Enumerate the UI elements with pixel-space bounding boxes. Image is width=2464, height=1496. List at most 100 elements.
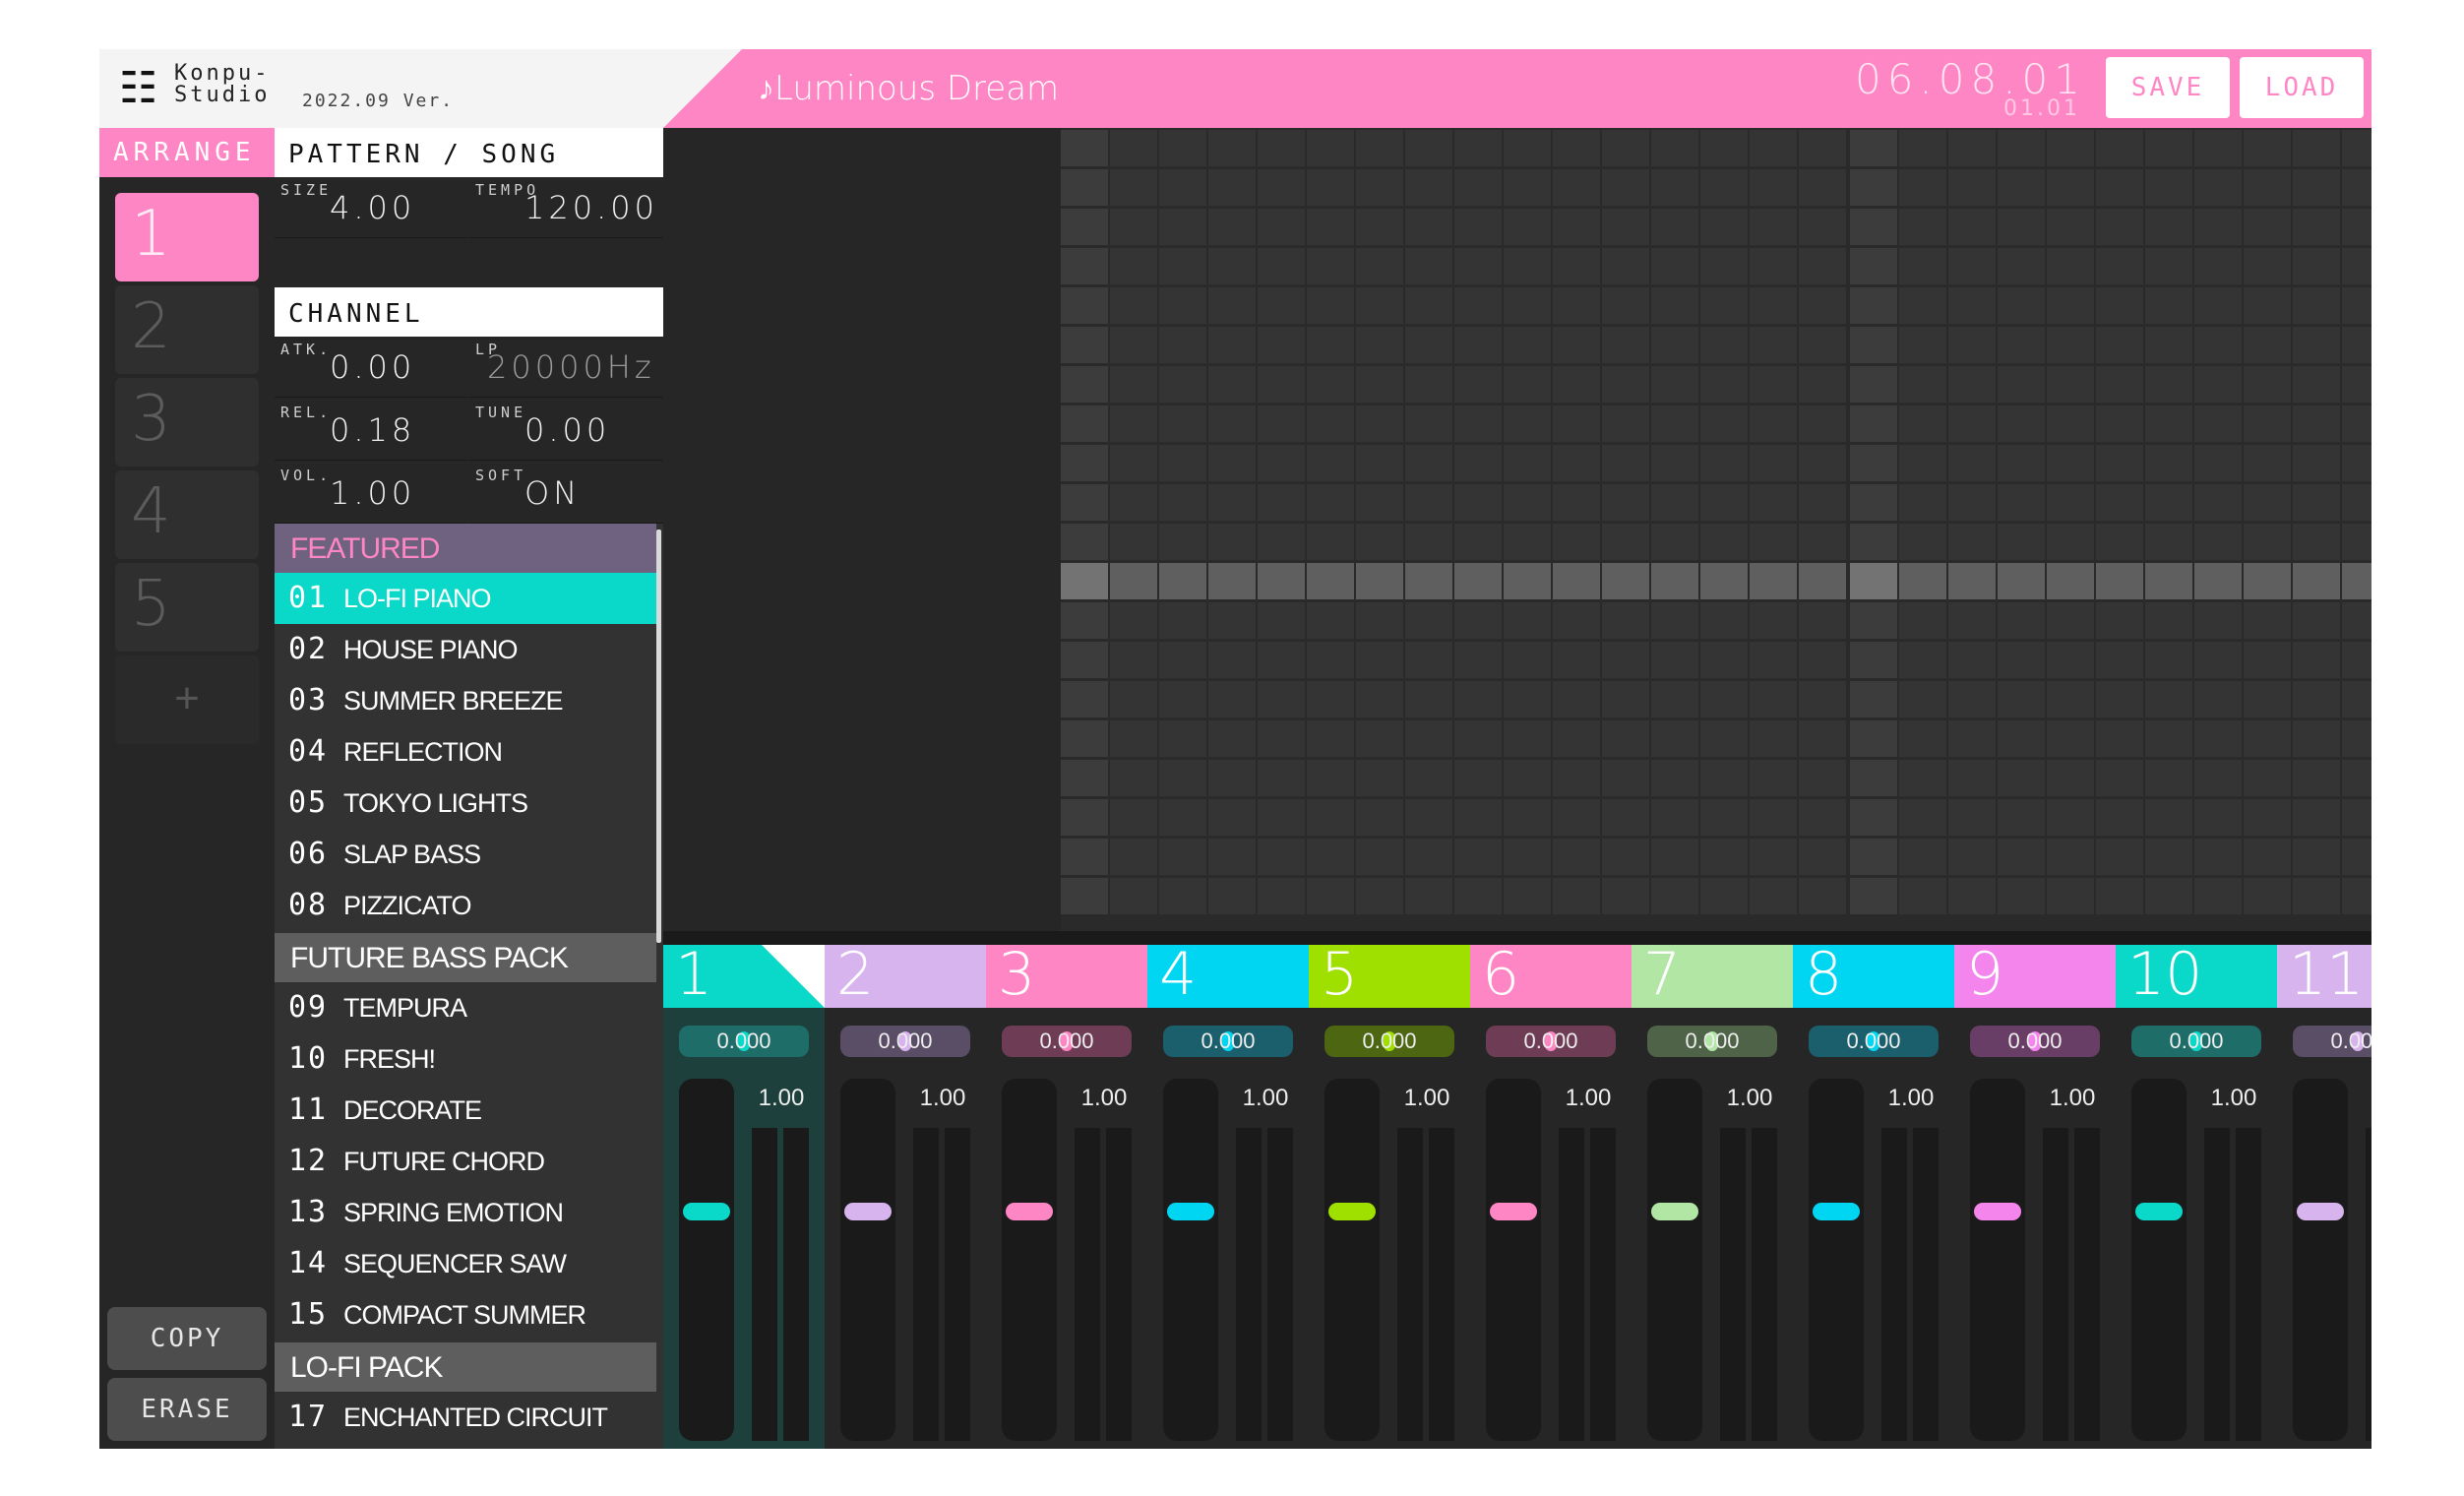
- grid-cell[interactable]: [1899, 209, 1946, 245]
- grid-cell[interactable]: [1504, 563, 1551, 599]
- grid-cell[interactable]: [2293, 799, 2340, 836]
- grid-cell[interactable]: [1700, 681, 1748, 717]
- grid-cell[interactable]: [1750, 839, 1797, 875]
- grid-cell[interactable]: [1651, 130, 1698, 166]
- grid-cell[interactable]: [1061, 799, 1108, 836]
- grid-cell[interactable]: [2096, 681, 2143, 717]
- grid-cell[interactable]: [1504, 760, 1551, 796]
- grid-cell[interactable]: [1405, 878, 1452, 914]
- grid-cell[interactable]: [1405, 642, 1452, 678]
- grid-cell[interactable]: [1899, 799, 1946, 836]
- grid-cell[interactable]: [1110, 405, 1157, 442]
- grid-cell[interactable]: [1899, 445, 1946, 481]
- grid-cell[interactable]: [2145, 602, 2192, 639]
- grid-cell[interactable]: [1504, 839, 1551, 875]
- grid-cell[interactable]: [1504, 681, 1551, 717]
- grid-cell[interactable]: [1948, 130, 1996, 166]
- grid-cell[interactable]: [1651, 366, 1698, 403]
- pan-knob[interactable]: 0.000: [1002, 1026, 1132, 1057]
- grid-cell[interactable]: [1356, 878, 1403, 914]
- grid-cell[interactable]: [1700, 366, 1748, 403]
- channel-tab[interactable]: 10: [2116, 945, 2277, 1008]
- grid-cell[interactable]: [1405, 681, 1452, 717]
- grid-cell[interactable]: [2293, 130, 2340, 166]
- grid-cell[interactable]: [1553, 130, 1600, 166]
- volume-fader[interactable]: [1970, 1079, 2025, 1441]
- grid-cell[interactable]: [1553, 327, 1600, 363]
- grid-cell[interactable]: [1307, 327, 1354, 363]
- grid-cell[interactable]: [2145, 248, 2192, 284]
- grid-cell[interactable]: [2342, 130, 2372, 166]
- grid-cell[interactable]: [1651, 209, 1698, 245]
- grid-cell[interactable]: [1553, 839, 1600, 875]
- grid-cell[interactable]: [1208, 878, 1256, 914]
- grid-cell[interactable]: [1208, 681, 1256, 717]
- grid-cell[interactable]: [1750, 209, 1797, 245]
- preset-item[interactable]: 08 PIZZICATO: [275, 880, 656, 931]
- grid-cell[interactable]: [2047, 484, 2094, 521]
- grid-cell[interactable]: [1998, 563, 2045, 599]
- grid-cell[interactable]: [2293, 169, 2340, 206]
- grid-cell[interactable]: [1948, 405, 1996, 442]
- grid-cell[interactable]: [2096, 484, 2143, 521]
- grid-cell[interactable]: [1700, 484, 1748, 521]
- channel-tab[interactable]: 2: [825, 945, 986, 1008]
- grid-cell[interactable]: [1405, 839, 1452, 875]
- grid-cell[interactable]: [2047, 799, 2094, 836]
- grid-cell[interactable]: [1454, 209, 1502, 245]
- grid-cell[interactable]: [1405, 248, 1452, 284]
- grid-cell[interactable]: [1899, 563, 1946, 599]
- grid-cell[interactable]: [1998, 524, 2045, 560]
- grid-cell[interactable]: [1651, 524, 1698, 560]
- grid-cell[interactable]: [2293, 563, 2340, 599]
- grid-cell[interactable]: [2244, 878, 2291, 914]
- grid-cell[interactable]: [2145, 130, 2192, 166]
- grid-cell[interactable]: [2047, 169, 2094, 206]
- grid-cell[interactable]: [2145, 209, 2192, 245]
- grid-cell[interactable]: [1110, 642, 1157, 678]
- grid-cell[interactable]: [1998, 602, 2045, 639]
- save-button[interactable]: SAVE: [2106, 57, 2230, 118]
- grid-cell[interactable]: [1208, 484, 1256, 521]
- grid-cell[interactable]: [1651, 839, 1698, 875]
- grid-cell[interactable]: [2244, 681, 2291, 717]
- grid-cell[interactable]: [1258, 760, 1305, 796]
- mixer-channel[interactable]: 2 0.000 1.00: [825, 945, 986, 1449]
- grid-cell[interactable]: [1258, 366, 1305, 403]
- grid-cell[interactable]: [1307, 524, 1354, 560]
- grid-cell[interactable]: [1258, 602, 1305, 639]
- grid-cell[interactable]: [1504, 602, 1551, 639]
- grid-cell[interactable]: [1850, 720, 1897, 757]
- channel-tab[interactable]: 6: [1470, 945, 1632, 1008]
- grid-cell[interactable]: [1948, 445, 1996, 481]
- grid-cell[interactable]: [2342, 209, 2372, 245]
- grid-cell[interactable]: [2244, 484, 2291, 521]
- grid-cell[interactable]: [1553, 209, 1600, 245]
- grid-cell[interactable]: [2342, 563, 2372, 599]
- grid-cell[interactable]: [2145, 484, 2192, 521]
- grid-cell[interactable]: [1504, 327, 1551, 363]
- preset-item[interactable]: 11 DECORATE: [275, 1085, 656, 1136]
- grid-cell[interactable]: [1602, 878, 1649, 914]
- grid-cell[interactable]: [1948, 209, 1996, 245]
- grid-cell[interactable]: [1700, 327, 1748, 363]
- grid-cell[interactable]: [1356, 209, 1403, 245]
- grid-cell[interactable]: [1602, 720, 1649, 757]
- grid-cell[interactable]: [1208, 839, 1256, 875]
- grid-cell[interactable]: [1948, 642, 1996, 678]
- grid-cell[interactable]: [1504, 720, 1551, 757]
- grid-cell[interactable]: [1454, 563, 1502, 599]
- grid-cell[interactable]: [1307, 248, 1354, 284]
- grid-cell[interactable]: [1799, 681, 1846, 717]
- volume-fader[interactable]: [1486, 1079, 1541, 1441]
- grid-cell[interactable]: [2342, 524, 2372, 560]
- grid-cell[interactable]: [1504, 405, 1551, 442]
- grid-cell[interactable]: [2096, 839, 2143, 875]
- grid-cell[interactable]: [1553, 445, 1600, 481]
- preset-item[interactable]: 12 FUTURE CHORD: [275, 1136, 656, 1187]
- grid-cell[interactable]: [2293, 642, 2340, 678]
- grid-cell[interactable]: [1553, 602, 1600, 639]
- grid-cell[interactable]: [1504, 366, 1551, 403]
- fader-handle[interactable]: [2135, 1203, 2183, 1220]
- grid-cell[interactable]: [1602, 248, 1649, 284]
